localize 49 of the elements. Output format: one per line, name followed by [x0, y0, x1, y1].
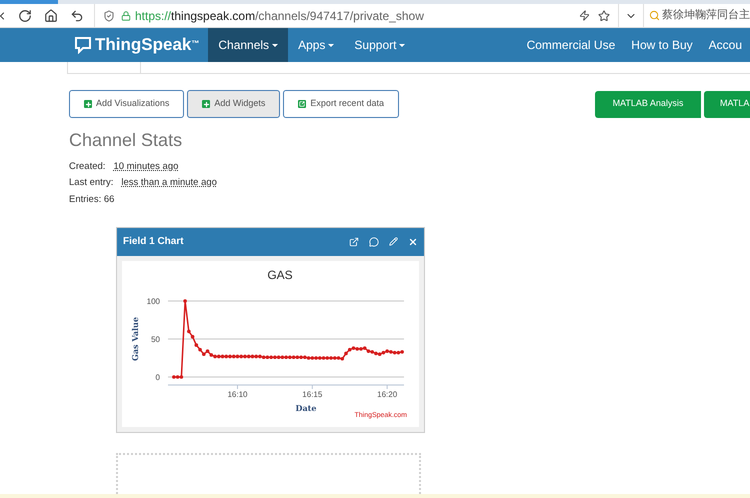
- export-icon: [298, 100, 306, 108]
- toolbar-button[interactable]: Export recent data: [283, 90, 399, 118]
- edit-icon[interactable]: [389, 237, 398, 246]
- stat-label: Last entry:: [69, 176, 114, 190]
- matlab-button[interactable]: MATLAB Analysis: [595, 90, 701, 118]
- nav-item[interactable]: Apps: [288, 28, 344, 62]
- plus-icon: [202, 100, 210, 108]
- nav-link[interactable]: Accou: [700, 28, 750, 62]
- stat-label: Entries: 66: [69, 192, 114, 206]
- x-tick-label: 16:20: [377, 390, 398, 399]
- search-icon: [649, 10, 660, 21]
- reload-icon[interactable]: [18, 8, 32, 22]
- data-point: [183, 298, 187, 303]
- data-point: [187, 329, 191, 333]
- nav-link[interactable]: How to Buy: [623, 28, 701, 62]
- matlab-button[interactable]: MATLA: [704, 90, 750, 118]
- stat-value: 10 minutes ago: [113, 160, 178, 174]
- plus-icon: [84, 100, 92, 108]
- y-tick-label: 50: [151, 334, 160, 344]
- stats-title: Channel Stats: [69, 129, 184, 152]
- comment-icon[interactable]: [369, 236, 379, 247]
- toolbar-button[interactable]: Add Widgets: [187, 90, 280, 118]
- toolbar-button[interactable]: Add Visualizations: [69, 90, 184, 118]
- lock-icon: [121, 10, 131, 20]
- search-field[interactable]: 蔡徐坤鞠萍同台主: [662, 7, 750, 24]
- stat-value: less than a minute ago: [121, 176, 217, 190]
- data-point: [190, 334, 194, 338]
- x-tick-label: 16:15: [302, 390, 322, 399]
- lightning-icon[interactable]: [579, 10, 590, 21]
- shield-icon: [103, 10, 115, 22]
- nav-item[interactable]: Support: [344, 28, 416, 62]
- nav-item[interactable]: Channels: [208, 28, 288, 62]
- undo-icon[interactable]: [70, 8, 84, 22]
- home-icon[interactable]: [44, 8, 58, 22]
- nav-link[interactable]: Commercial Use: [518, 28, 624, 62]
- logo-text[interactable]: ThingSpeak$^{™}$: [95, 32, 200, 58]
- url-text[interactable]: https://thingspeak.com/channels/947417/private_show: [135, 6, 424, 24]
- speech-bubble-icon: [74, 36, 92, 54]
- x-tick-label: 16:10: [227, 390, 248, 399]
- close-icon[interactable]: [408, 236, 418, 247]
- y-tick-label: 0: [156, 372, 160, 382]
- chart-title: GAS: [267, 268, 293, 282]
- star-icon[interactable]: [598, 10, 610, 22]
- y-axis-title: Gas Value: [130, 316, 140, 361]
- external-link-icon[interactable]: [349, 236, 359, 247]
- x-axis-title: Date: [296, 402, 316, 411]
- stat-label: Created:: [69, 160, 106, 174]
- y-tick-label: 100: [146, 296, 160, 306]
- widget-title: Field 1 Chart: [123, 235, 184, 250]
